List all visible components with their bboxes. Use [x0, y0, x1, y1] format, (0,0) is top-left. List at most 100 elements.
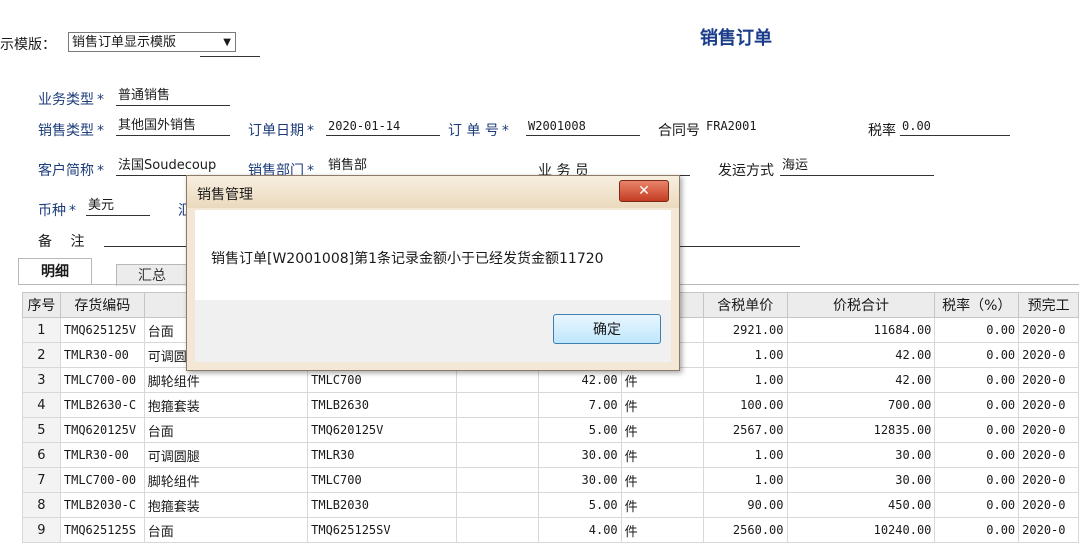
col-header-code[interactable]: 存货编码	[59, 292, 145, 318]
row-unit[interactable]: 件	[620, 442, 705, 468]
contract-no-field[interactable]: FRA2001	[704, 117, 846, 135]
salesperson-field[interactable]	[600, 157, 690, 176]
row-extra[interactable]	[455, 467, 539, 493]
row-index[interactable]: 5	[22, 417, 61, 443]
row-price[interactable]: 1.00	[703, 442, 788, 468]
row-price[interactable]: 2567.00	[703, 417, 788, 443]
row-code[interactable]: TMQ625125V	[59, 317, 145, 343]
col-header-index[interactable]: 序号	[22, 292, 61, 318]
row-qty[interactable]: 42.00	[537, 367, 622, 393]
row-spec[interactable]: TMQ625125SV	[307, 517, 457, 543]
col-header-price[interactable]: 含税单价	[703, 292, 788, 318]
row-unit[interactable]: 件	[620, 417, 705, 443]
row-spec[interactable]: TMQ620125V	[307, 417, 457, 443]
row-total[interactable]: 30.00	[786, 442, 936, 468]
row-index[interactable]: 2	[22, 342, 61, 368]
customer-field[interactable]: 法国Soudecoup	[116, 157, 230, 176]
ok-button[interactable]: 确定	[553, 314, 661, 344]
row-qty[interactable]: 7.00	[537, 392, 622, 418]
row-extra[interactable]	[455, 392, 539, 418]
row-name[interactable]: 台面	[143, 417, 309, 443]
row-spec[interactable]: TMLR30	[307, 442, 457, 468]
sales-type-field[interactable]: 其他国外销售	[116, 117, 230, 136]
tab-summary[interactable]: 汇总	[116, 264, 188, 286]
tab-detail[interactable]: 明细	[18, 258, 92, 284]
row-name[interactable]: 可调圆腿	[143, 442, 309, 468]
row-total[interactable]: 10240.00	[786, 517, 936, 543]
row-tax[interactable]: 0.00	[934, 442, 1020, 468]
row-price[interactable]: 90.00	[703, 492, 788, 518]
template-select[interactable]: 销售订单显示模版 ▼	[68, 32, 236, 52]
row-name[interactable]: 脚轮组件	[143, 467, 309, 493]
col-header-total[interactable]: 价税合计	[786, 292, 936, 318]
row-total[interactable]: 12835.00	[786, 417, 936, 443]
table-row[interactable]: 3 TMLC700-00 脚轮组件 TMLC700 42.00 件 1.00 42.00 0.0…	[22, 367, 1079, 393]
row-qty[interactable]: 5.00	[537, 417, 622, 443]
table-row[interactable]: 6 TMLR30-00 可调圆腿 TMLR30 30.00 件 1.00 30.00 0.00 2…	[22, 442, 1079, 468]
row-spec[interactable]: TMLB2030	[307, 492, 457, 518]
row-unit[interactable]: 件	[620, 517, 705, 543]
row-code[interactable]: TMQ625125S	[59, 517, 145, 543]
sales-dept-field[interactable]: 销售部	[326, 157, 440, 176]
row-date[interactable]: 2020-0	[1018, 367, 1079, 393]
table-row[interactable]: 5 TMQ620125V 台面 TMQ620125V 5.00 件 2567.00 12835…	[22, 417, 1079, 443]
business-type-field[interactable]: 普通销售	[116, 87, 230, 106]
row-date[interactable]: 2020-0	[1018, 317, 1079, 343]
row-code[interactable]: TMLB2030-C	[59, 492, 145, 518]
row-code[interactable]: TMLB2630-C	[59, 392, 145, 418]
row-unit[interactable]: 件	[620, 367, 705, 393]
row-tax[interactable]: 0.00	[934, 317, 1020, 343]
row-date[interactable]: 2020-0	[1018, 442, 1079, 468]
row-tax[interactable]: 0.00	[934, 492, 1020, 518]
table-row[interactable]: 9 TMQ625125S 台面 TMQ625125SV 4.00 件 2560.00 1024…	[22, 517, 1079, 543]
row-tax[interactable]: 0.00	[934, 517, 1020, 543]
row-extra[interactable]	[455, 517, 539, 543]
row-unit[interactable]: 件	[620, 492, 705, 518]
order-date-field[interactable]: 2020-01-14	[326, 117, 440, 136]
row-total[interactable]: 11684.00	[786, 317, 936, 343]
tax-rate-field[interactable]: 0.00	[900, 117, 1010, 136]
row-code[interactable]: TMLC700-00	[59, 467, 145, 493]
col-header-tax[interactable]: 税率（%）	[934, 292, 1020, 318]
row-total[interactable]: 42.00	[786, 367, 936, 393]
row-index[interactable]: 9	[22, 517, 61, 543]
row-index[interactable]: 8	[22, 492, 61, 518]
row-index[interactable]: 7	[22, 467, 61, 493]
row-qty[interactable]: 5.00	[537, 492, 622, 518]
row-unit[interactable]: 件	[620, 467, 705, 493]
row-qty[interactable]: 30.00	[537, 442, 622, 468]
close-icon[interactable]: ✕	[619, 180, 669, 202]
row-date[interactable]: 2020-0	[1018, 467, 1079, 493]
row-price[interactable]: 1.00	[703, 342, 788, 368]
row-date[interactable]: 2020-0	[1018, 342, 1079, 368]
row-name[interactable]: 抱箍套装	[143, 392, 309, 418]
row-index[interactable]: 6	[22, 442, 61, 468]
row-date[interactable]: 2020-0	[1018, 392, 1079, 418]
row-total[interactable]: 42.00	[786, 342, 936, 368]
row-date[interactable]: 2020-0	[1018, 517, 1079, 543]
dialog-titlebar[interactable]: 销售管理 ✕	[187, 176, 679, 208]
row-index[interactable]: 4	[22, 392, 61, 418]
row-name[interactable]: 脚轮组件	[143, 367, 309, 393]
row-name[interactable]: 台面	[143, 517, 309, 543]
row-qty[interactable]: 4.00	[537, 517, 622, 543]
row-price[interactable]: 1.00	[703, 467, 788, 493]
row-tax[interactable]: 0.00	[934, 342, 1020, 368]
row-code[interactable]: TMQ620125V	[59, 417, 145, 443]
row-unit[interactable]: 件	[620, 392, 705, 418]
row-tax[interactable]: 0.00	[934, 417, 1020, 443]
row-code[interactable]: TMLC700-00	[59, 367, 145, 393]
shipping-field[interactable]: 海运	[780, 157, 934, 176]
row-price[interactable]: 100.00	[703, 392, 788, 418]
order-no-field[interactable]: W2001008	[526, 117, 640, 136]
row-qty[interactable]: 30.00	[537, 467, 622, 493]
row-extra[interactable]	[455, 417, 539, 443]
row-total[interactable]: 700.00	[786, 392, 936, 418]
table-row[interactable]: 7 TMLC700-00 脚轮组件 TMLC700 30.00 件 1.00 30.00 0.0…	[22, 467, 1079, 493]
row-spec[interactable]: TMLC700	[307, 367, 457, 393]
row-tax[interactable]: 0.00	[934, 392, 1020, 418]
col-header-date[interactable]: 预完工	[1018, 292, 1079, 318]
row-price[interactable]: 2921.00	[703, 317, 788, 343]
row-extra[interactable]	[455, 492, 539, 518]
row-spec[interactable]: TMLB2630	[307, 392, 457, 418]
